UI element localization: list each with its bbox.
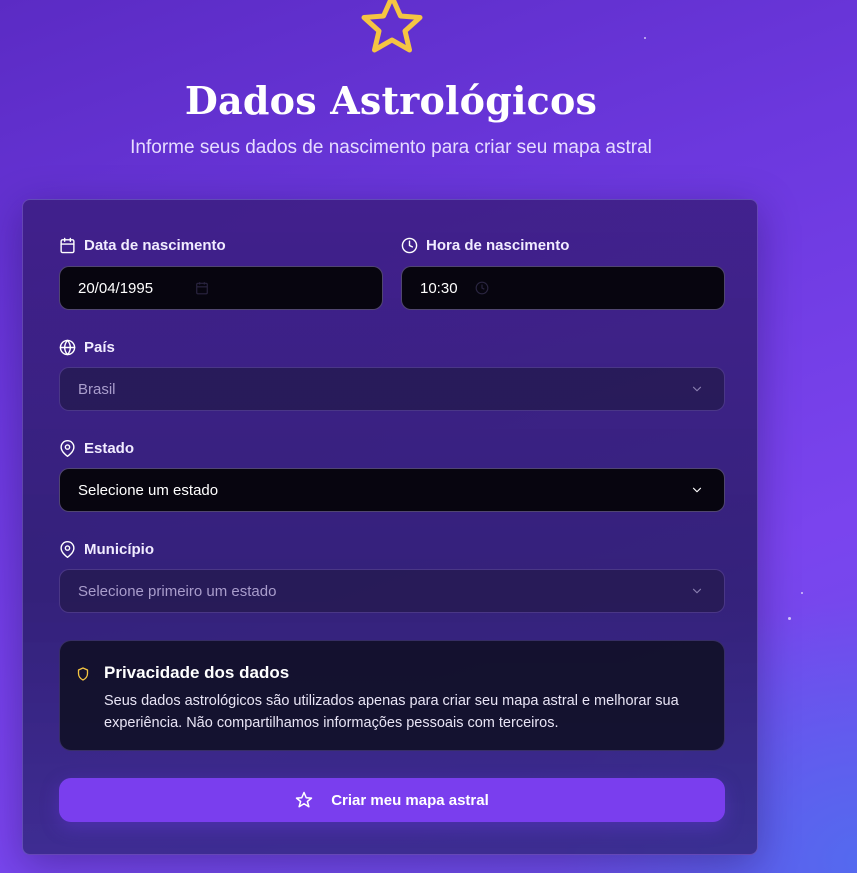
state-label: Estado xyxy=(59,440,134,457)
state-value: Selecione um estado xyxy=(78,481,219,499)
country-label-text: País xyxy=(84,339,115,356)
page-subtitle: Informe seus dados de nascimento para cr… xyxy=(130,137,652,158)
calendar-icon xyxy=(60,237,75,254)
map-pin-icon xyxy=(60,440,75,457)
state-label-text: Estado xyxy=(84,440,135,457)
chevron-down-icon xyxy=(692,386,702,392)
globe-icon xyxy=(59,339,76,356)
birth-date-label-text: Data de nascimento xyxy=(84,237,226,254)
birth-time-label: Hora de nascimento xyxy=(401,237,569,254)
country-label: País xyxy=(59,339,115,356)
state-select[interactable]: Selecione um estado xyxy=(59,468,725,512)
star-icon xyxy=(295,791,313,808)
star-icon xyxy=(361,0,423,53)
background-star-dot xyxy=(788,617,791,620)
city-select[interactable]: Selecione primeiro um estado xyxy=(59,569,725,613)
privacy-notice: Privacidade dos dados Seus dados astroló… xyxy=(59,640,725,751)
background-star-dot xyxy=(801,592,803,594)
birth-date-value: 20/04/1995 xyxy=(78,279,154,297)
background-star-dot xyxy=(644,37,646,39)
birth-time-input[interactable]: 10:30 xyxy=(401,266,725,310)
city-label: Município xyxy=(59,541,154,558)
birth-date-input[interactable]: 20/04/1995 xyxy=(59,266,383,310)
birth-time-value: 10:30 xyxy=(420,279,458,297)
astro-data-form: Data de nascimento 20/04/1995 Hora de na… xyxy=(22,199,758,855)
calendar-picker-icon[interactable] xyxy=(195,281,209,295)
create-chart-button[interactable]: Criar meu mapa astral xyxy=(59,778,725,822)
privacy-title: Privacidade dos dados xyxy=(104,663,290,682)
shield-icon xyxy=(77,667,89,681)
city-value: Selecione primeiro um estado xyxy=(78,582,277,600)
map-pin-icon xyxy=(60,541,75,558)
privacy-text: Seus dados astrológicos são utilizados a… xyxy=(104,693,679,731)
birth-time-label-text: Hora de nascimento xyxy=(426,237,570,254)
create-chart-button-label: Criar meu mapa astral xyxy=(331,791,489,809)
page-title: Dados Astrológicos xyxy=(184,78,598,123)
chevron-down-icon xyxy=(692,588,702,594)
time-picker-icon[interactable] xyxy=(475,281,489,295)
country-select[interactable]: Brasil xyxy=(59,367,725,411)
clock-icon xyxy=(401,237,418,254)
chevron-down-icon xyxy=(692,487,702,493)
birth-date-label: Data de nascimento xyxy=(59,237,226,254)
city-label-text: Município xyxy=(84,541,154,558)
country-value: Brasil xyxy=(78,380,116,398)
